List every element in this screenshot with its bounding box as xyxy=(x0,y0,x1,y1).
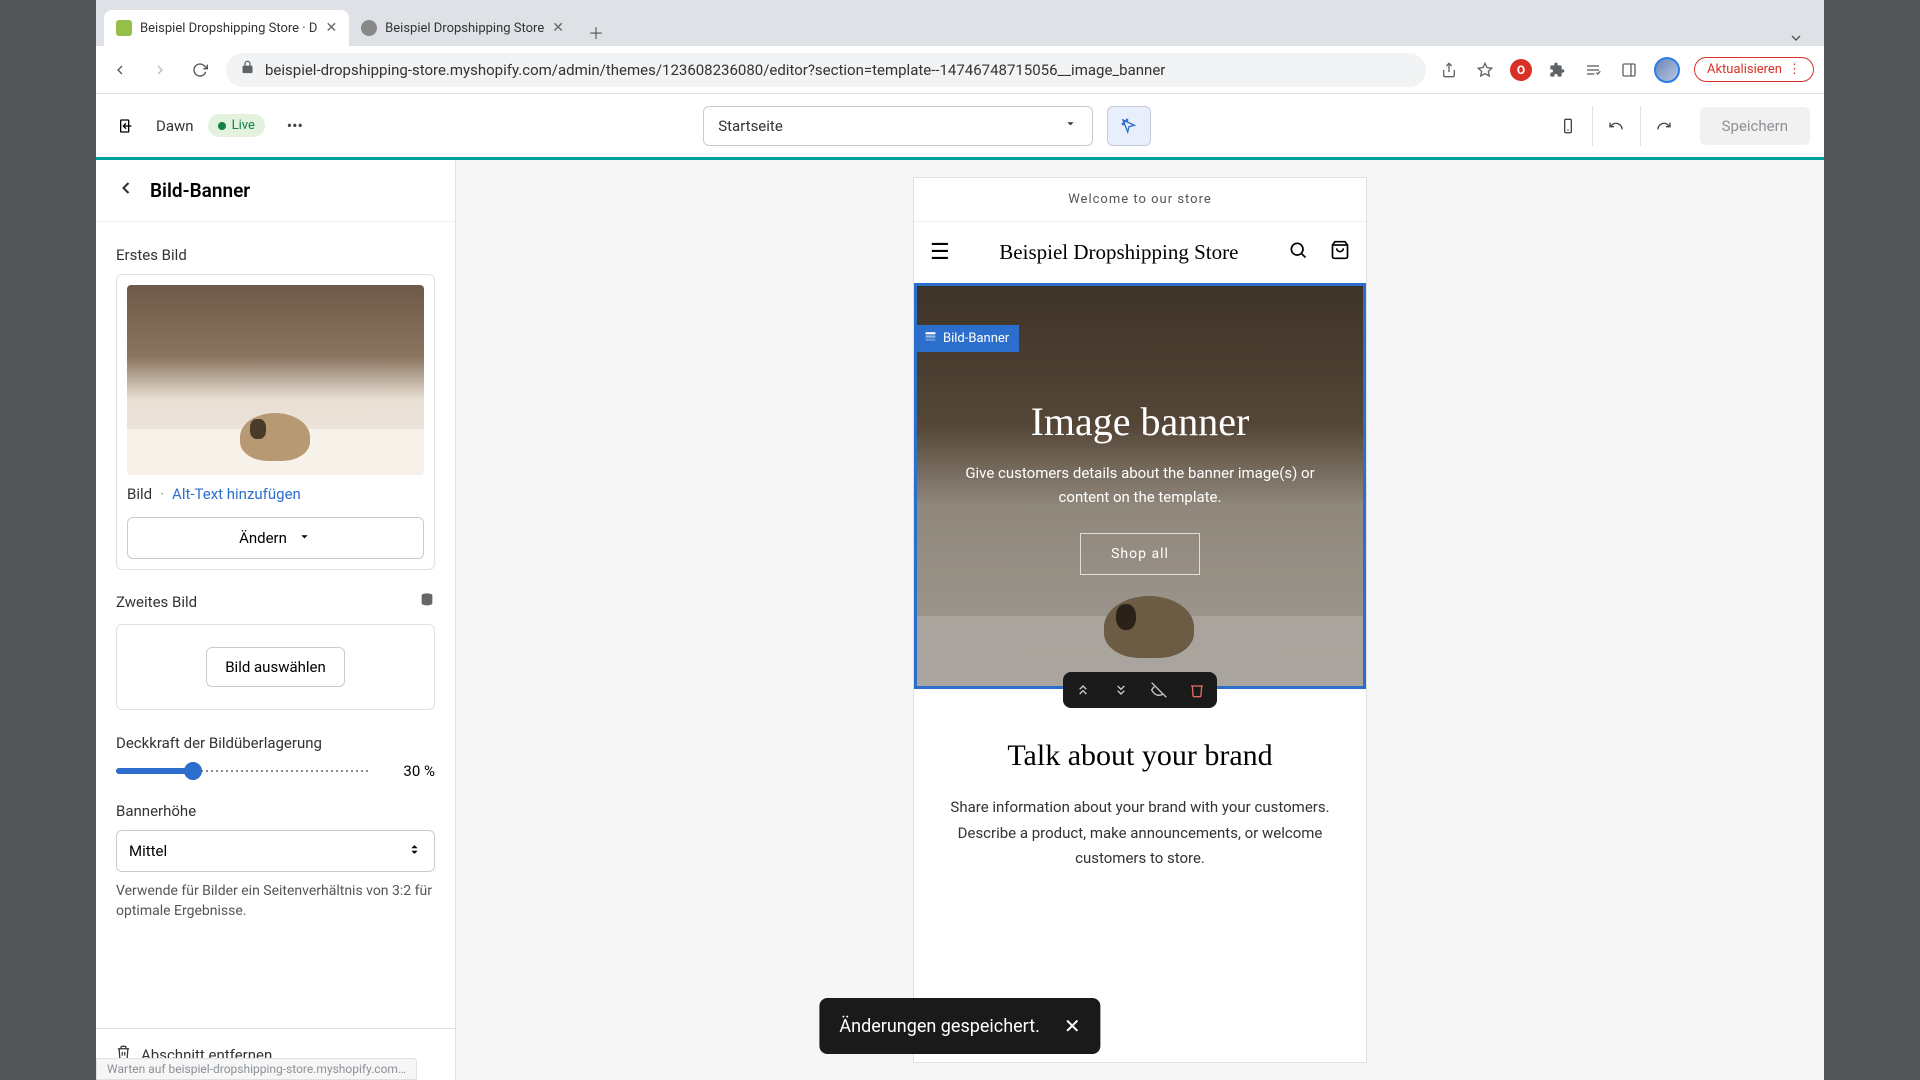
rich-text-heading[interactable]: Talk about your brand xyxy=(944,739,1336,773)
more-icon: ⋮ xyxy=(1788,62,1801,77)
store-name[interactable]: Beispiel Dropshipping Store xyxy=(999,240,1238,265)
browser-tab-active[interactable]: Beispiel Dropshipping Store · D ✕ xyxy=(104,10,349,46)
delete-section-icon[interactable] xyxy=(1187,680,1207,700)
section-selection-tag[interactable]: Bild-Banner xyxy=(914,325,1019,352)
opacity-value: 30 % xyxy=(385,762,435,780)
opacity-slider[interactable] xyxy=(116,768,371,774)
add-alt-text-link[interactable]: Alt-Text hinzufügen xyxy=(172,485,301,503)
image-thumbnail[interactable] xyxy=(127,285,424,475)
browser-address-bar: beispiel-dropshipping-store.myshopify.co… xyxy=(96,46,1824,94)
forward-button[interactable] xyxy=(146,56,174,84)
reading-list-icon[interactable] xyxy=(1582,59,1604,81)
banner-height-select[interactable]: Mittel xyxy=(116,830,435,872)
height-label: Bannerhöhe xyxy=(116,802,435,820)
caret-down-icon xyxy=(297,529,312,548)
back-button[interactable] xyxy=(106,56,134,84)
close-toast-button[interactable]: ✕ xyxy=(1064,1014,1081,1038)
mobile-view-button[interactable] xyxy=(1544,106,1592,146)
tab-title: Beispiel Dropshipping Store · D xyxy=(140,21,317,36)
favicon-icon xyxy=(361,20,377,36)
lock-icon xyxy=(240,60,255,79)
second-image-card: Bild auswählen xyxy=(116,624,435,710)
page-selector[interactable]: Startseite xyxy=(703,106,1093,146)
dynamic-source-icon[interactable] xyxy=(419,592,435,612)
section-floating-toolbar xyxy=(1063,672,1217,708)
tabs-overflow-icon[interactable] xyxy=(1788,30,1816,46)
toast-message: Änderungen gespeichert. xyxy=(839,1016,1039,1037)
rich-text-body[interactable]: Share information about your brand with … xyxy=(944,795,1336,872)
new-tab-button[interactable]: ＋ xyxy=(582,18,610,46)
undo-button[interactable] xyxy=(1592,106,1640,146)
banner-heading[interactable]: Image banner xyxy=(1031,398,1250,445)
side-panel-icon[interactable] xyxy=(1618,59,1640,81)
cart-icon[interactable] xyxy=(1330,240,1350,265)
browser-tab-strip: Beispiel Dropshipping Store · D ✕ Beispi… xyxy=(96,0,1824,46)
profile-avatar[interactable] xyxy=(1654,57,1680,83)
inspector-toggle-button[interactable] xyxy=(1107,106,1151,146)
save-toast: Änderungen gespeichert. ✕ xyxy=(819,998,1100,1054)
store-header: ☰ Beispiel Dropshipping Store xyxy=(914,222,1366,283)
second-image-label: Zweites Bild xyxy=(116,593,197,611)
shop-all-button[interactable]: Shop all xyxy=(1080,533,1200,575)
shopify-favicon-icon xyxy=(116,20,132,36)
height-hint: Verwende für Bilder ein Seitenverhältnis… xyxy=(116,882,435,921)
theme-name: Dawn xyxy=(156,117,194,135)
extension-badge-icon[interactable]: O xyxy=(1510,59,1532,81)
editor-toolbar: Dawn Live ••• Startseite xyxy=(96,94,1824,160)
tab-title: Beispiel Dropshipping Store xyxy=(385,21,544,36)
url-text: beispiel-dropshipping-store.myshopify.co… xyxy=(265,61,1165,79)
browser-update-button[interactable]: Aktualisieren ⋮ xyxy=(1694,57,1814,82)
change-image-button[interactable]: Ändern xyxy=(127,517,424,559)
status-bar: Warten auf beispiel-dropshipping-store.m… xyxy=(96,1058,417,1080)
select-image-button[interactable]: Bild auswählen xyxy=(206,647,345,687)
first-image-card: Bild · Alt-Text hinzufügen Ändern xyxy=(116,274,435,570)
preview-canvas: Welcome to our store ☰ Beispiel Dropship… xyxy=(456,160,1824,1080)
select-arrows-icon xyxy=(407,842,422,861)
live-badge: Live xyxy=(208,114,265,137)
bookmark-icon[interactable] xyxy=(1474,59,1496,81)
extensions-icon[interactable] xyxy=(1546,59,1568,81)
move-down-icon[interactable] xyxy=(1111,680,1131,700)
search-icon[interactable] xyxy=(1288,240,1308,265)
url-input[interactable]: beispiel-dropshipping-store.myshopify.co… xyxy=(226,53,1426,87)
banner-text[interactable]: Give customers details about the banner … xyxy=(947,461,1333,509)
hide-section-icon[interactable] xyxy=(1149,680,1169,700)
reload-button[interactable] xyxy=(186,56,214,84)
hamburger-menu-icon[interactable]: ☰ xyxy=(930,240,950,265)
more-actions-button[interactable]: ••• xyxy=(279,110,311,142)
close-tab-icon[interactable]: ✕ xyxy=(325,20,337,36)
opacity-label: Deckkraft der Bildüberlagerung xyxy=(116,734,435,752)
section-title: Bild-Banner xyxy=(150,179,250,202)
close-tab-icon[interactable]: ✕ xyxy=(552,20,564,36)
back-to-sections-button[interactable] xyxy=(116,178,136,203)
share-icon[interactable] xyxy=(1438,59,1460,81)
settings-sidebar: Bild-Banner Erstes Bild Bild · Alt-Text … xyxy=(96,160,456,1080)
chevron-down-icon xyxy=(1063,116,1078,135)
mobile-preview-frame: Welcome to our store ☰ Beispiel Dropship… xyxy=(914,178,1366,1062)
exit-editor-button[interactable] xyxy=(110,110,142,142)
rich-text-section[interactable]: Talk about your brand Share information … xyxy=(914,689,1366,902)
browser-tab[interactable]: Beispiel Dropshipping Store ✕ xyxy=(349,10,576,46)
move-up-icon[interactable] xyxy=(1073,680,1093,700)
section-icon xyxy=(924,330,937,347)
announcement-bar[interactable]: Welcome to our store xyxy=(914,178,1366,222)
redo-button[interactable] xyxy=(1640,106,1688,146)
first-image-label: Erstes Bild xyxy=(116,246,435,264)
save-button[interactable]: Speichern xyxy=(1700,107,1810,145)
image-label: Bild xyxy=(127,485,152,503)
